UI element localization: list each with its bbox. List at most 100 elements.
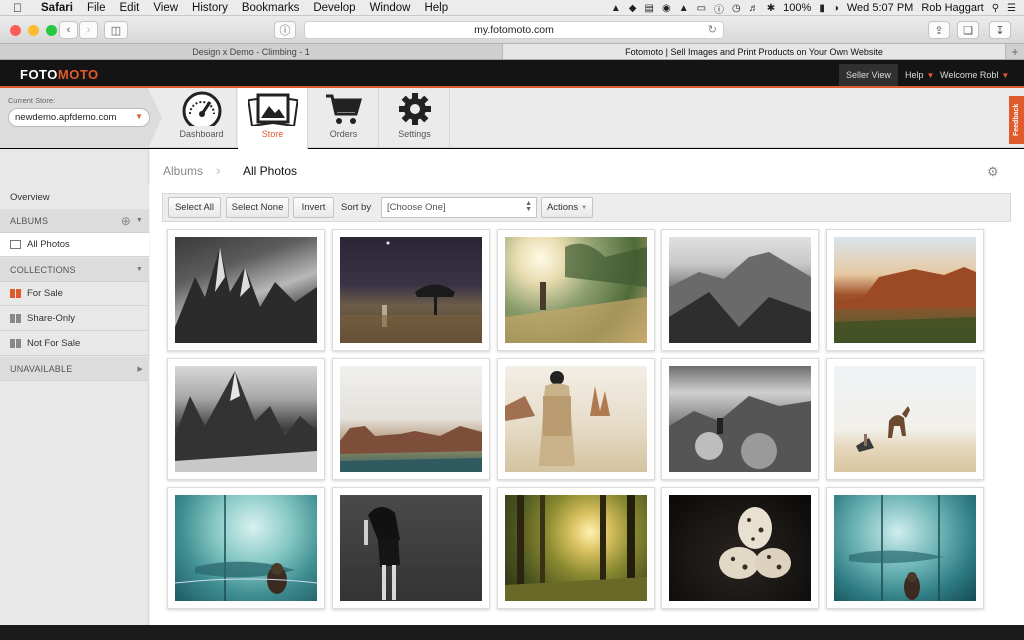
photo-tile[interactable] — [332, 229, 490, 351]
sidebar-item-share-only[interactable]: Share-Only — [0, 307, 149, 331]
menu-bookmarks[interactable]: Bookmarks — [242, 2, 300, 14]
menu-safari[interactable]: Safari — [41, 2, 73, 14]
downloads-icon[interactable]: ↧ — [989, 21, 1011, 39]
photo-tile[interactable] — [826, 229, 984, 351]
reload-icon[interactable]: ↻ — [708, 23, 717, 36]
clipboard-icon[interactable]: ▤ — [645, 3, 654, 14]
tab-orders[interactable]: Orders — [309, 88, 379, 148]
airplay-icon[interactable]: ▭ — [697, 3, 706, 14]
actions-button[interactable]: Actions ▼ — [541, 197, 593, 218]
close-window-icon[interactable] — [10, 25, 21, 36]
seller-view-button[interactable]: Seller View — [839, 64, 898, 86]
sidebar-toggle-button[interactable]: ◫ — [104, 21, 128, 39]
address-bar[interactable]: my.fotomoto.com ↻ — [304, 21, 724, 39]
bluetooth-icon[interactable]: ✱ — [767, 3, 775, 14]
menu-help[interactable]: Help — [424, 2, 448, 14]
help-menu[interactable]: Help ▼ — [905, 70, 934, 80]
fotomoto-logo[interactable]: FOTOMOTO — [20, 67, 99, 82]
minimize-window-icon[interactable] — [28, 25, 39, 36]
invert-button[interactable]: Invert — [293, 197, 334, 218]
tab-settings[interactable]: Settings — [380, 88, 450, 148]
list-icon[interactable]: ☰ — [1007, 3, 1016, 14]
photo-tile[interactable] — [661, 229, 819, 351]
photo-tile[interactable] — [332, 358, 490, 480]
photo-camels-desert — [834, 366, 976, 472]
time-machine-icon[interactable]: ◷ — [732, 3, 741, 14]
sidebar-item-not-for-sale[interactable]: Not For Sale — [0, 332, 149, 356]
sidebar-item-label: For Sale — [27, 288, 63, 299]
chevron-down-icon[interactable]: ▼ — [136, 217, 143, 224]
chevron-down-icon[interactable]: ▼ — [136, 266, 143, 273]
store-select-value: newdemo.apfdemo.com — [15, 112, 117, 123]
photo-tile[interactable] — [661, 358, 819, 480]
sidebar-header-albums[interactable]: ALBUMS ⊕ ▼ — [0, 209, 149, 233]
battery-percent: 100% — [783, 2, 812, 14]
photo-tile[interactable] — [826, 487, 984, 609]
menu-file[interactable]: File — [87, 2, 106, 14]
shield-icon[interactable]: ⓘ — [274, 21, 296, 39]
share-icon[interactable]: ⇪ — [928, 21, 950, 39]
sidebar-header-label: UNAVAILABLE — [10, 363, 73, 374]
notification-icon[interactable]: ▲ — [679, 3, 689, 14]
tab-store-label: Store — [261, 129, 284, 139]
sidebar-item-for-sale[interactable]: For Sale — [0, 282, 149, 306]
photo-tile[interactable] — [332, 487, 490, 609]
select-all-button[interactable]: Select All — [168, 197, 221, 218]
photo-dancer-black-dress — [340, 495, 482, 601]
tab-dashboard[interactable]: Dashboard — [167, 88, 237, 148]
window-bottom-bar — [0, 625, 1024, 640]
user-name[interactable]: Rob Haggart — [921, 2, 983, 14]
photo-tile[interactable] — [167, 487, 325, 609]
breadcrumb-albums[interactable]: Albums — [163, 164, 203, 178]
back-button[interactable]: ‹ — [59, 21, 78, 39]
new-tab-button[interactable]: + — [1006, 44, 1024, 59]
photo-tile[interactable] — [497, 487, 655, 609]
welcome-menu[interactable]: Welcome Robl ▼ — [940, 70, 1009, 80]
battery-icon[interactable]: ▮ — [819, 3, 825, 14]
drive-icon[interactable]: ▲ — [611, 3, 621, 14]
tab-store[interactable]: Store — [238, 88, 308, 149]
sort-select[interactable]: [Choose One] ▲ ▼ — [381, 197, 537, 218]
safari-toolbar: ‹ › ◫ ⓘ my.fotomoto.com ↻ ⇪ ❏ ↧ — [0, 16, 1024, 44]
photo-tile[interactable] — [497, 358, 655, 480]
volume-icon[interactable]: ♬ — [749, 3, 759, 14]
tab-fotomoto[interactable]: Fotomoto | Sell Images and Print Product… — [503, 44, 1006, 59]
info-icon[interactable]: ⓘ — [714, 1, 724, 16]
apple-menu-icon[interactable]:  — [13, 1, 27, 15]
sidebar-item-all-photos[interactable]: All Photos — [0, 233, 149, 257]
forward-button[interactable]: › — [79, 21, 98, 39]
photo-tile[interactable] — [497, 229, 655, 351]
menu-history[interactable]: History — [192, 2, 228, 14]
sidebar-header-unavailable[interactable]: UNAVAILABLE ▶ — [0, 357, 149, 381]
select-none-button[interactable]: Select None — [226, 197, 289, 218]
photo-tile[interactable] — [826, 358, 984, 480]
photo-tile[interactable] — [661, 487, 819, 609]
store-select[interactable]: newdemo.apfdemo.com ▼ — [8, 108, 150, 127]
menu-view[interactable]: View — [153, 2, 178, 14]
menu-develop[interactable]: Develop — [313, 2, 355, 14]
sidebar-header-collections[interactable]: COLLECTIONS ▼ — [0, 258, 149, 282]
sidebar-item-label: All Photos — [27, 239, 70, 250]
wifi-icon[interactable]: ◑ — [833, 3, 839, 14]
sidebar-header-label: ALBUMS — [10, 215, 49, 226]
photo-man-in-desert — [505, 366, 647, 472]
tab-design-demo[interactable]: Design x Demo - Climbing - 1 — [0, 44, 503, 59]
gear-icon[interactable]: ⚙ — [987, 164, 999, 180]
evernote-icon[interactable]: ◉ — [662, 3, 671, 14]
clock[interactable]: Wed 5:07 PM — [847, 2, 913, 14]
menu-window[interactable]: Window — [370, 2, 411, 14]
search-icon[interactable]: ⚲ — [992, 3, 999, 14]
dropbox-icon[interactable]: ◆ — [629, 3, 637, 14]
sidebar-item-overview[interactable]: Overview — [0, 185, 149, 209]
grid-gray-icon — [10, 339, 21, 348]
photo-tile[interactable] — [167, 358, 325, 480]
photo-mountain-ridge-bw — [669, 237, 811, 343]
tabs-overview-icon[interactable]: ❏ — [957, 21, 979, 39]
page-title: All Photos — [243, 164, 298, 178]
chevron-right-icon[interactable]: ▶ — [137, 365, 143, 373]
photo-tile[interactable] — [167, 229, 325, 351]
add-album-icon[interactable]: ⊕ — [121, 214, 131, 228]
feedback-tab[interactable]: Feedback — [1009, 96, 1024, 144]
zoom-window-icon[interactable] — [46, 25, 57, 36]
menu-edit[interactable]: Edit — [120, 2, 140, 14]
